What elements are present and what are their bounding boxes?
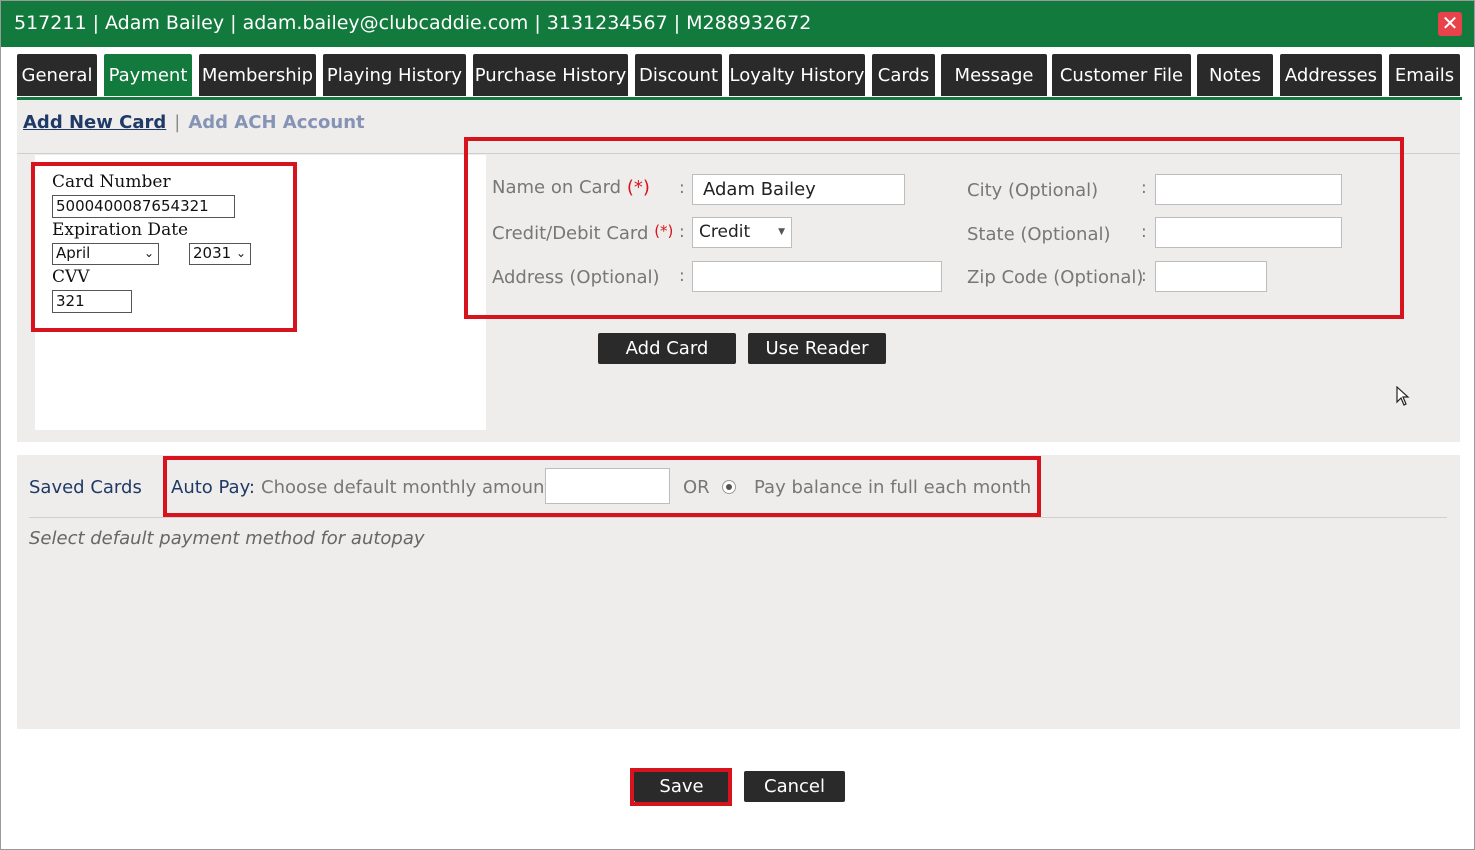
tab-membership[interactable]: Membership	[199, 54, 316, 96]
saved-cards-title: Saved Cards	[29, 477, 142, 498]
title-bar: 517211 | Adam Bailey | adam.bailey@clubc…	[1, 1, 1474, 47]
tab-notes[interactable]: Notes	[1197, 54, 1273, 96]
autopay-hint: Select default payment method for autopa…	[29, 528, 425, 549]
subnav-separator: |	[174, 112, 181, 133]
card-subnav: Add New Card | Add ACH Account	[23, 112, 365, 133]
tab-bar: General Payment Membership Playing Histo…	[17, 54, 1462, 98]
tab-purchase-history[interactable]: Purchase History	[473, 54, 628, 96]
add-card-button[interactable]: Add Card	[598, 333, 736, 364]
close-icon[interactable]: ✕	[1438, 12, 1462, 36]
tab-general[interactable]: General	[17, 54, 97, 96]
tab-discount[interactable]: Discount	[635, 54, 722, 96]
tab-message[interactable]: Message	[941, 54, 1047, 96]
tab-addresses[interactable]: Addresses	[1280, 54, 1382, 96]
tab-payment[interactable]: Payment	[104, 54, 192, 96]
window-title: 517211 | Adam Bailey | adam.bailey@clubc…	[14, 12, 812, 34]
tab-loyalty-history[interactable]: Loyalty History	[729, 54, 865, 96]
add-new-card-link[interactable]: Add New Card	[23, 112, 166, 133]
use-reader-button[interactable]: Use Reader	[748, 333, 886, 364]
tab-customer-file[interactable]: Customer File	[1052, 54, 1191, 96]
tab-playing-history[interactable]: Playing History	[323, 54, 466, 96]
highlight-card-entry	[31, 162, 297, 332]
divider	[29, 517, 1447, 518]
highlight-save	[630, 768, 732, 806]
tab-cards[interactable]: Cards	[872, 54, 935, 96]
highlight-autopay	[163, 456, 1041, 517]
mouse-cursor-icon	[1396, 386, 1410, 406]
cancel-button[interactable]: Cancel	[744, 771, 845, 802]
customer-window: 517211 | Adam Bailey | adam.bailey@clubc…	[0, 0, 1475, 850]
tab-emails[interactable]: Emails	[1389, 54, 1460, 96]
add-ach-account-link[interactable]: Add ACH Account	[188, 112, 364, 133]
highlight-card-form	[464, 137, 1404, 319]
